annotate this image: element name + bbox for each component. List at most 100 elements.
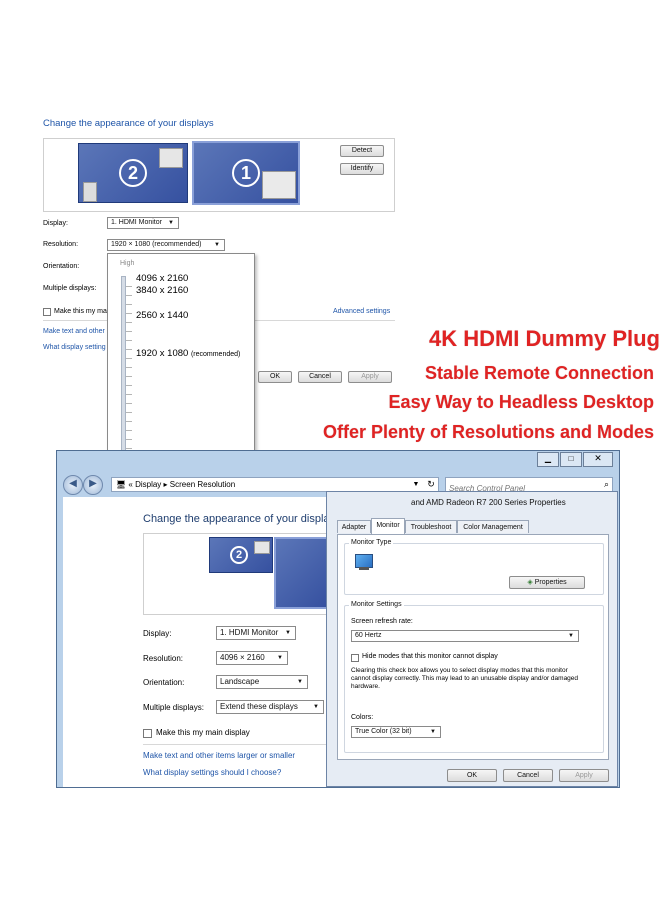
colors-select[interactable]: True Color (32 bit) ▼ [351,726,441,738]
top-screenshot: Change the appearance of your displays 2… [0,110,400,463]
multiple-displays-label: Multiple displays: [43,285,97,292]
what-settings-link[interactable]: What display setting [43,344,106,351]
main-display-label: Make this my main display [156,728,250,737]
apply-button[interactable]: Apply [348,371,392,383]
display-label: Display: [43,220,68,227]
chevron-down-icon: ▼ [568,633,574,639]
tab-panel: Monitor Type ◈ Properties Monitor Settin… [337,534,609,760]
tab-strip: Adapter Monitor Troubleshoot Color Manag… [337,518,609,534]
monitor-preview-area[interactable]: 2 1 Detect Identify [43,138,395,212]
monitor-2-badge: 2 [119,159,147,187]
tab-monitor[interactable]: Monitor [371,518,405,534]
breadcrumb-separator: ▸ [163,480,168,489]
orientation-select-value: Landscape [220,677,260,686]
monitor-1-badge: 1 [232,159,260,187]
maximize-button[interactable]: □ [560,452,582,467]
resolution-select-value: 1920 × 1080 (recommended) [111,241,202,248]
multiple-displays-select[interactable]: Extend these displays ▼ [216,700,324,714]
option-1920[interactable]: 1920 x 1080 (recommended) [136,348,240,359]
breadcrumb-chevron: « [128,480,133,489]
shield-icon: ◈ [527,579,533,586]
main-display-checkbox[interactable] [43,308,51,316]
monitor-icon [355,554,373,568]
back-button[interactable]: ◀ [63,475,83,495]
main-display-checkbox[interactable] [143,729,152,738]
orientation-label: Orientation: [43,263,80,270]
minimize-button[interactable]: ▁ [537,452,559,467]
monitor-icon-stand [359,567,369,570]
close-button[interactable]: ✕ [583,452,613,467]
advanced-settings-link[interactable]: Advanced settings [333,308,390,315]
display-select[interactable]: 1. HDMI Monitor ▼ [216,626,296,640]
chevron-down-icon: ▼ [214,242,220,248]
chevron-down-icon: ▼ [277,655,283,661]
hide-modes-label: Hide modes that this monitor cannot disp… [362,653,498,660]
monitor-type-label: Monitor Type [349,539,394,546]
make-text-link[interactable]: Make text and other [43,328,105,335]
monitor-2[interactable]: 2 [78,143,188,203]
monitor-2-badge: 2 [230,546,248,564]
mini-device-icon [83,182,97,202]
address-bar[interactable]: 🖥 « Display ▸ Screen Resolution [111,477,439,492]
make-text-link[interactable]: Make text and other items larger or smal… [143,751,295,760]
orientation-select[interactable]: Landscape ▼ [216,675,308,689]
colors-value: True Color (32 bit) [355,728,412,735]
chevron-down-icon: ▼ [313,704,319,710]
orientation-label: Orientation: [143,678,185,687]
what-settings-link[interactable]: What display settings should I choose? [143,768,281,777]
monitor-type-group: Monitor Type ◈ Properties [344,539,604,595]
properties-button[interactable]: ◈ Properties [509,576,585,589]
dialog-ok-button[interactable]: OK [447,769,497,782]
mini-screen-icon [159,148,183,168]
monitor-settings-group: Monitor Settings Screen refresh rate: 60… [344,601,604,753]
resolution-select[interactable]: 4096 × 2160 ▼ [216,651,288,665]
chevron-down-icon: ▼ [285,630,291,636]
chevron-down-icon: ▼ [168,220,174,226]
option-1920-label: 1920 x 1080 [136,348,189,359]
resolution-select[interactable]: 1920 × 1080 (recommended) ▼ [107,239,225,251]
display-select[interactable]: 1. HDMI Monitor ▼ [107,217,179,229]
main-display-label: Make this my ma [54,308,107,315]
promo-headline: 4K HDMI Dummy Plug [428,326,660,351]
dialog-cancel-button[interactable]: Cancel [503,769,553,782]
multiple-displays-select-value: Extend these displays [220,702,298,711]
identify-button[interactable]: Identify [340,163,384,175]
breadcrumb-display[interactable]: Display [135,480,161,489]
tab-color-management[interactable]: Color Management [457,520,529,533]
chevron-down-icon: ▼ [297,679,303,685]
refresh-rate-label: Screen refresh rate: [351,618,413,625]
dialog-title: and AMD Radeon R7 200 Series Properties [411,498,566,507]
high-label: High [120,260,135,267]
refresh-rate-select[interactable]: 60 Hertz ▼ [351,630,579,642]
tab-adapter[interactable]: Adapter [337,520,371,533]
resolution-dropdown-panel: High 4096 x 2160 3840 x 2160 2560 x 1440… [107,253,255,463]
colors-label: Colors: [351,714,374,721]
monitor-settings-label: Monitor Settings [349,601,404,608]
mini-screen-icon [254,541,270,554]
promo-line-2: Easy Way to Headless Desktop [388,392,654,412]
promo-line-1: Stable Remote Connection [424,363,654,383]
refresh-rate-value: 60 Hertz [355,632,382,639]
cancel-button[interactable]: Cancel [298,371,342,383]
ok-button[interactable]: OK [258,371,292,383]
content-title: Change the appearance of your displa [143,513,330,525]
option-3840[interactable]: 3840 x 2160 [136,285,188,296]
detect-button[interactable]: Detect [340,145,384,157]
option-4096[interactable]: 4096 x 2160 [136,273,188,284]
search-box[interactable]: ⌕ [445,477,613,495]
dialog-apply-button[interactable]: Apply [559,769,609,782]
monitor-1[interactable] [274,537,328,609]
forward-button[interactable]: ▶ [83,475,103,495]
option-2560[interactable]: 2560 x 1440 [136,310,188,321]
properties-dialog: and AMD Radeon R7 200 Series Properties … [326,491,618,787]
monitor-2[interactable]: 2 [209,537,273,573]
refresh-icon[interactable]: ↻ [423,477,439,492]
control-panel-icon: 🖥 [116,480,127,489]
breadcrumb-current[interactable]: Screen Resolution [170,480,235,489]
page-title: Change the appearance of your displays [43,118,214,129]
tab-troubleshoot[interactable]: Troubleshoot [405,520,457,533]
hide-modes-checkbox[interactable] [351,654,359,662]
search-icon: ⌕ [603,479,609,489]
history-dropdown-icon[interactable]: ▼ [409,477,423,492]
monitor-1[interactable]: 1 [192,141,300,205]
